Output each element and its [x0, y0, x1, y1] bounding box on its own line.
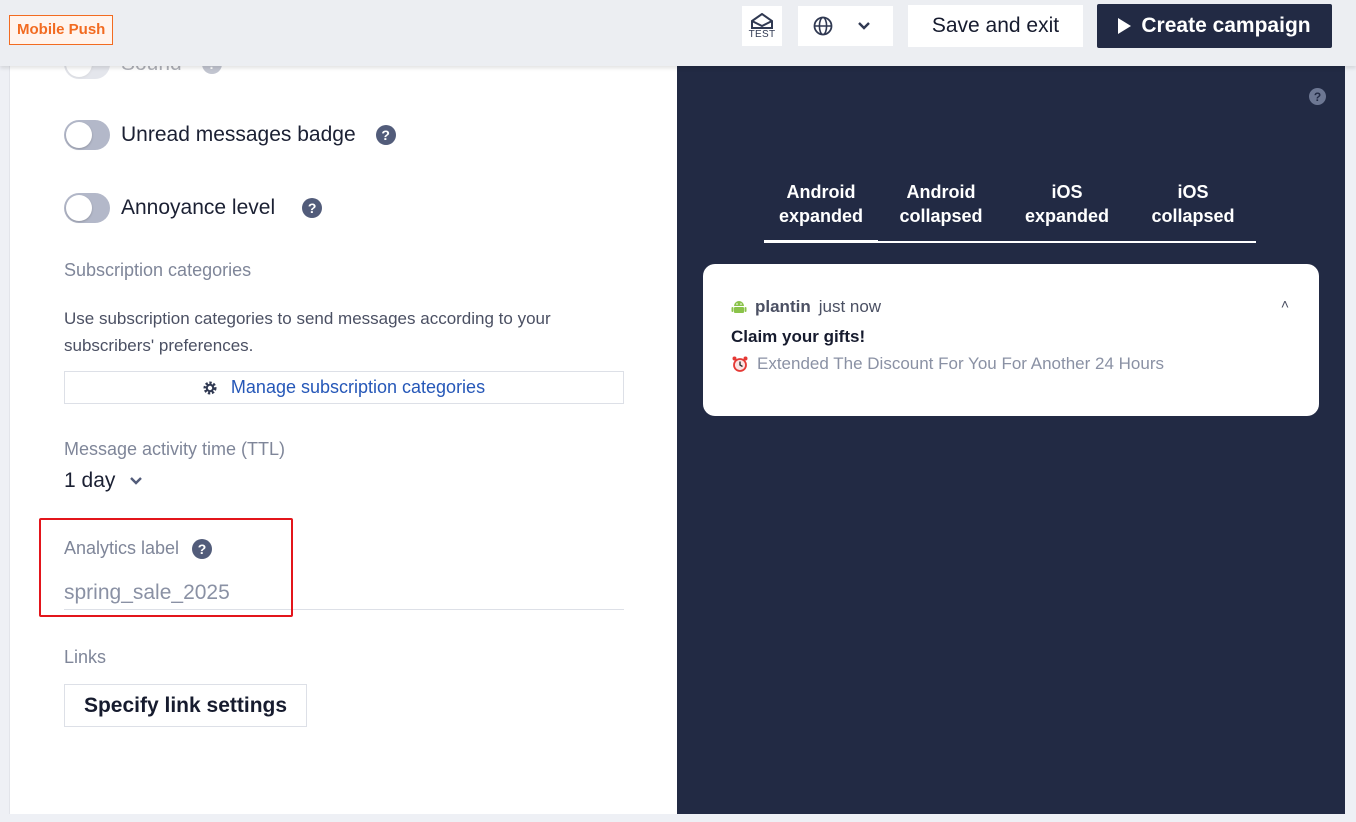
unread-badge-label: Unread messages badge: [121, 123, 356, 146]
tab-label: Android: [786, 182, 856, 202]
settings-panel: Sound ? Unread messages badge ? Annoyanc…: [9, 49, 677, 814]
analytics-heading: Analytics label: [64, 538, 180, 558]
help-icon[interactable]: ?: [192, 538, 213, 559]
create-campaign-button[interactable]: Create campaign: [1097, 4, 1332, 48]
ttl-select[interactable]: 1 day: [64, 469, 143, 493]
tab-label: expanded: [778, 206, 864, 226]
tab-label: iOS: [1051, 182, 1083, 202]
analytics-heading-row: Analytics label ?: [64, 538, 213, 559]
notification-time: just now: [818, 297, 882, 316]
tab-ios-expanded[interactable]: iOS expanded: [1004, 180, 1130, 241]
create-campaign-label: Create campaign: [1141, 14, 1311, 37]
annoyance-toggle[interactable]: [64, 193, 110, 223]
gear-icon: [203, 381, 217, 394]
tab-android-collapsed[interactable]: Android collapsed: [878, 180, 1004, 241]
notification-header: plantin just now: [731, 297, 881, 317]
subscription-description: Use subscription categories to send mess…: [64, 309, 551, 355]
ttl-value: 1 day: [64, 469, 116, 492]
chevron-up-icon[interactable]: ˄: [1281, 296, 1289, 312]
notification-body: Extended The Discount For You For Anothe…: [731, 354, 1164, 374]
test-envelope-icon: [751, 12, 773, 29]
save-and-exit-button[interactable]: Save and exit: [908, 5, 1083, 47]
tab-label: expanded: [1024, 206, 1110, 226]
tab-label: collapsed: [1151, 206, 1235, 226]
tab-android-expanded[interactable]: Android expanded: [764, 180, 878, 243]
test-button[interactable]: TEST: [742, 6, 782, 46]
test-label: TEST: [748, 28, 776, 40]
annoyance-setting: Annoyance level ?: [64, 193, 323, 223]
notification-app-name: plantin: [755, 297, 811, 316]
chevron-down-icon: [130, 477, 143, 485]
manage-subscription-button[interactable]: Manage subscription categories: [64, 371, 624, 404]
analytics-label-input[interactable]: [64, 576, 624, 610]
play-icon: [1118, 18, 1132, 34]
alarm-clock-icon: [732, 356, 748, 372]
android-icon: [731, 301, 747, 313]
links-heading: Links: [64, 647, 107, 667]
tab-label: iOS: [1177, 182, 1209, 202]
top-bar: Mobile Push TEST Save and exit Create ca…: [0, 0, 1356, 66]
notification-body-text: Extended The Discount For You For Anothe…: [757, 354, 1164, 373]
help-icon[interactable]: ?: [1309, 88, 1326, 105]
tab-ios-collapsed[interactable]: iOS collapsed: [1130, 180, 1256, 241]
ttl-heading: Message activity time (TTL): [64, 439, 286, 459]
tab-label: Android: [906, 182, 976, 202]
language-selector[interactable]: [798, 6, 893, 46]
unread-badge-setting: Unread messages badge ?: [64, 120, 396, 150]
preview-tabs: Android expanded Android collapsed iOS e…: [764, 180, 1256, 243]
channel-badge: Mobile Push: [9, 15, 114, 45]
chevron-down-icon: [858, 22, 870, 30]
globe-icon: [813, 16, 833, 36]
specify-link-settings-button[interactable]: Specify link settings: [64, 684, 307, 727]
subscription-heading: Subscription categories: [64, 260, 252, 280]
notification-title: Claim your gifts!: [731, 327, 866, 346]
notification-preview: plantin just now ˄ Claim your gifts! Ext…: [703, 264, 1319, 416]
unread-badge-toggle[interactable]: [64, 120, 110, 150]
preview-panel: ? Android expanded Android collapsed iOS…: [677, 66, 1345, 814]
help-icon[interactable]: ?: [302, 198, 323, 218]
annoyance-label: Annoyance level: [121, 196, 276, 219]
manage-subscription-label: Manage subscription categories: [230, 377, 486, 397]
tab-label: collapsed: [899, 206, 983, 226]
help-icon[interactable]: ?: [375, 125, 396, 145]
